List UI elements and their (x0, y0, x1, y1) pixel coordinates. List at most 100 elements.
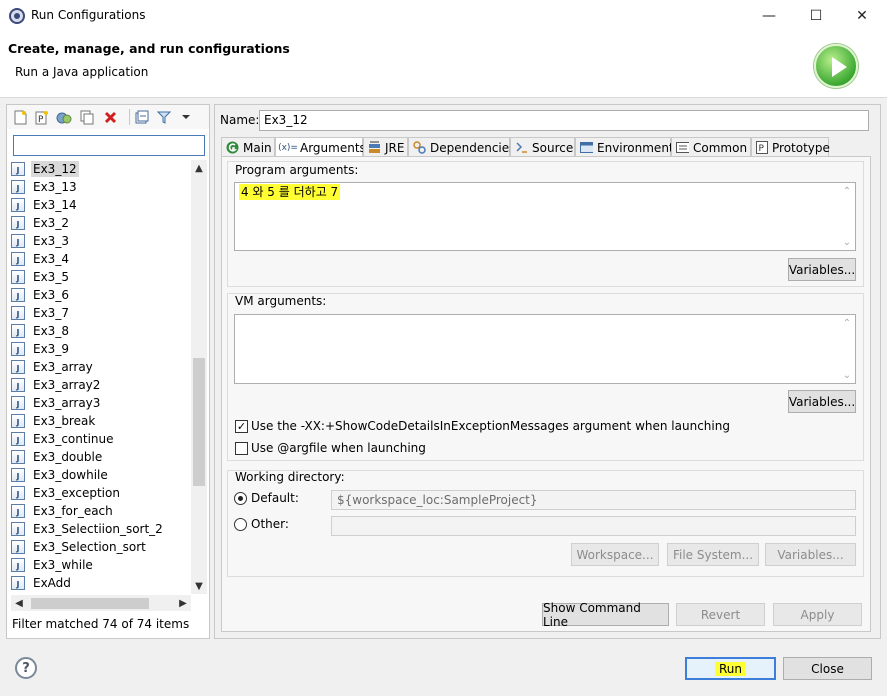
delete-icon[interactable] (102, 109, 119, 125)
minimize-button[interactable]: — (746, 0, 792, 32)
java-app-icon: J (11, 414, 25, 428)
new-prototype-icon[interactable]: P (33, 109, 50, 125)
use-argfile-checkbox[interactable] (235, 442, 248, 455)
tab-arguments[interactable]: (x)= Arguments (275, 137, 366, 158)
duplicate-icon[interactable] (78, 109, 95, 125)
list-item[interactable]: J Ex3_13 (11, 178, 79, 196)
run-button[interactable]: Run (685, 657, 776, 680)
list-item[interactable]: J Ex3_5 (11, 268, 71, 286)
toolbar-divider (129, 109, 130, 125)
tab-common[interactable]: Common (671, 137, 751, 157)
vm-arguments-field[interactable]: ⌃ ⌄ (234, 314, 856, 384)
java-app-icon: J (11, 504, 25, 518)
list-item[interactable]: J Ex3_8 (11, 322, 71, 340)
tab-dependencies[interactable]: Dependencies (408, 137, 515, 157)
list-item[interactable]: J Ex3_Selection_sort (11, 538, 148, 556)
list-item[interactable]: J Ex3_continue (11, 430, 116, 448)
close-button[interactable]: Close (783, 657, 872, 680)
close-icon: ✕ (856, 8, 868, 24)
list-item[interactable]: J Ex3_exception (11, 484, 122, 502)
svg-text:P: P (38, 115, 44, 125)
program-variables-button[interactable]: Variables... (788, 258, 856, 281)
show-code-details-label: Use the -XX:+ShowCodeDetailsInExceptionM… (251, 419, 730, 433)
java-app-icon: J (11, 378, 25, 392)
prototype-tab-icon: P (756, 141, 768, 154)
list-item[interactable]: J ExAdd (11, 574, 73, 592)
filter-input[interactable] (13, 135, 205, 156)
scroll-up-icon[interactable]: ▲ (191, 160, 207, 176)
scroll-down-icon[interactable]: ⌄ (839, 367, 855, 383)
common-tab-icon (676, 141, 689, 154)
dialog-header: Create, manage, and run configurations R… (0, 32, 887, 98)
list-item[interactable]: J Ex3_dowhile (11, 466, 110, 484)
list-item[interactable]: J Ex3_12 (11, 160, 79, 178)
list-item[interactable]: J Ex3_9 (11, 340, 71, 358)
list-item[interactable]: J Ex3_break (11, 412, 97, 430)
directory-variables-button[interactable]: Variables... (765, 543, 856, 566)
scroll-up-icon[interactable]: ⌃ (839, 183, 855, 199)
scroll-up-icon[interactable]: ⌃ (839, 315, 855, 331)
workspace-button[interactable]: Workspace... (571, 543, 659, 566)
scroll-left-icon[interactable]: ◀ (11, 595, 27, 611)
java-app-icon: J (11, 234, 25, 248)
run-button-label: Run (714, 661, 746, 676)
vertical-scroll-thumb[interactable] (193, 358, 205, 486)
java-app-icon: J (11, 162, 25, 176)
scroll-down-icon[interactable]: ▼ (191, 578, 207, 594)
list-item[interactable]: J Ex3_double (11, 448, 104, 466)
list-item[interactable]: J Ex3_3 (11, 232, 71, 250)
scroll-right-icon[interactable]: ▶ (175, 595, 191, 611)
help-icon[interactable]: ? (15, 657, 37, 679)
list-item[interactable]: J Ex3_array3 (11, 394, 102, 412)
list-item[interactable]: J Ex3_14 (11, 196, 79, 214)
tab-environment[interactable]: Environment (575, 137, 674, 157)
list-item[interactable]: J Ex3_array (11, 358, 95, 376)
program-arguments-scrollbar[interactable]: ⌃ ⌄ (839, 183, 855, 250)
filter-icon[interactable] (155, 109, 172, 125)
name-label: Name: (220, 113, 260, 127)
tab-prototype[interactable]: P Prototype (751, 137, 830, 157)
program-arguments-value: 4 와 5 를 더하고 7 (239, 184, 341, 200)
list-item[interactable]: J Ex3_4 (11, 250, 71, 268)
window-title: Run Configurations (31, 8, 146, 22)
show-code-details-checkbox[interactable]: ✓ (235, 420, 248, 433)
other-directory-radio[interactable] (234, 518, 247, 531)
list-item[interactable]: J Ex3_while (11, 556, 95, 574)
horizontal-scroll-thumb[interactable] (31, 598, 149, 609)
scroll-down-icon[interactable]: ⌄ (839, 234, 855, 250)
tab-main[interactable]: Main (221, 137, 275, 157)
close-window-button[interactable]: ✕ (839, 0, 885, 32)
default-directory-radio[interactable] (234, 492, 247, 505)
arguments-tab-icon: (x)= (278, 143, 298, 153)
name-field[interactable]: Ex3_12 (259, 110, 869, 131)
maximize-button[interactable]: ☐ (793, 0, 839, 32)
title-bar: Run Configurations — ☐ ✕ (0, 0, 887, 32)
minimize-icon: — (762, 8, 776, 24)
tab-source[interactable]: Source (510, 137, 575, 157)
vm-arguments-scrollbar[interactable]: ⌃ ⌄ (839, 315, 855, 383)
tab-jre[interactable]: JRE (363, 137, 408, 157)
list-item[interactable]: J Ex3_Selectiion_sort_2 (11, 520, 165, 538)
java-app-icon: J (11, 468, 25, 482)
apply-button[interactable]: Apply (773, 603, 862, 626)
collapse-all-icon[interactable] (133, 109, 150, 125)
java-app-icon: J (11, 360, 25, 374)
list-item[interactable]: J Ex3_for_each (11, 502, 115, 520)
revert-button[interactable]: Revert (676, 603, 765, 626)
new-configuration-icon[interactable] (12, 109, 29, 125)
java-app-icon: J (11, 198, 25, 212)
chevron-down-icon[interactable] (177, 109, 194, 125)
configurations-toolbar: P (7, 105, 209, 129)
java-app-icon: J (11, 522, 25, 536)
list-item[interactable]: J Ex3_7 (11, 304, 71, 322)
list-item[interactable]: J Ex3_6 (11, 286, 71, 304)
file-system-button[interactable]: File System... (667, 543, 759, 566)
export-configuration-icon[interactable] (55, 109, 72, 125)
show-command-line-button[interactable]: Show Command Line (542, 601, 669, 629)
vm-arguments-label: VM arguments: (235, 294, 327, 308)
program-arguments-field[interactable]: 4 와 5 를 더하고 7 ⌃ ⌄ (234, 182, 856, 251)
vm-variables-button[interactable]: Variables... (788, 390, 856, 413)
list-item[interactable]: J Ex3_array2 (11, 376, 102, 394)
other-directory-field[interactable] (331, 516, 856, 536)
list-item[interactable]: J Ex3_2 (11, 214, 71, 232)
